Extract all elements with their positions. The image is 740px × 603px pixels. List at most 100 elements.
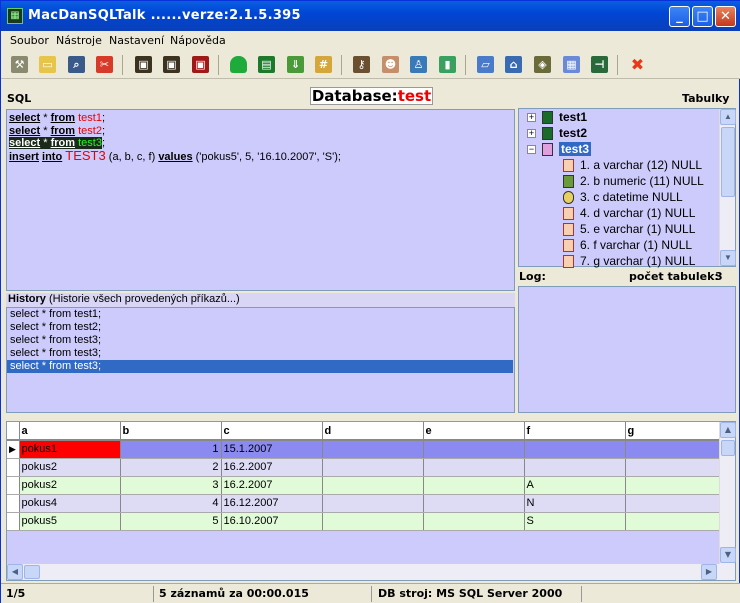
tree-column[interactable]: 5. e varchar (1) NULL	[563, 221, 695, 237]
tree-column[interactable]: 4. d varchar (1) NULL	[563, 205, 695, 221]
tree-scrollbar[interactable]: ▲ ▼	[719, 109, 736, 266]
scroll-right-button[interactable]: ▶	[701, 564, 717, 580]
cell[interactable]	[423, 494, 525, 513]
close-button[interactable]: ✕	[715, 6, 736, 27]
exit-icon[interactable]: ✖	[629, 56, 646, 73]
cell[interactable]: 5	[120, 512, 222, 531]
column-header[interactable]: c	[221, 422, 323, 441]
cell[interactable]	[625, 494, 721, 513]
cell[interactable]: pokus2	[19, 476, 121, 495]
cell[interactable]	[625, 512, 721, 531]
history-item[interactable]: select * from test2;	[7, 321, 513, 334]
user-key-icon[interactable]: ⚷	[353, 56, 370, 73]
title-bar[interactable]: ▦ MacDanSQLTalk ......verze:2.1.5.395 _ …	[1, 1, 740, 31]
cell[interactable]	[423, 512, 525, 531]
cell[interactable]: pokus1	[19, 440, 121, 459]
cell[interactable]: pokus4	[19, 494, 121, 513]
scroll-thumb[interactable]	[721, 440, 735, 456]
cell[interactable]	[322, 476, 424, 495]
cell[interactable]	[423, 476, 525, 495]
cell[interactable]: N	[524, 494, 626, 513]
scroll-up-button[interactable]: ▲	[720, 422, 736, 438]
cell[interactable]	[322, 440, 424, 459]
binoculars-icon[interactable]: ⌕	[68, 56, 85, 73]
cell[interactable]: pokus2	[19, 458, 121, 477]
cell[interactable]: pokus5	[19, 512, 121, 531]
cell[interactable]: 3	[120, 476, 222, 495]
export-icon[interactable]: ⇓	[287, 56, 304, 73]
expand-icon[interactable]: +	[527, 113, 536, 123]
history-item[interactable]: select * from test1;	[7, 308, 513, 321]
cell[interactable]	[625, 440, 721, 459]
column-header[interactable]: b	[120, 422, 222, 441]
cell[interactable]: 15.1.2007	[221, 440, 323, 459]
menu-soubor[interactable]: Soubor	[10, 34, 49, 47]
menu-napoveda[interactable]: Nápověda	[170, 34, 226, 47]
column-header[interactable]: d	[322, 422, 424, 441]
table-row-selected[interactable]: ▶ pokus1 1 15.1.2007	[7, 440, 721, 459]
column-header[interactable]: e	[423, 422, 525, 441]
database-icon[interactable]	[230, 56, 247, 73]
grid-horizontal-scrollbar[interactable]: ◀ ▶	[7, 564, 735, 580]
tree-column[interactable]: 6. f varchar (1) NULL	[563, 237, 692, 253]
cell[interactable]: A	[524, 476, 626, 495]
tree-column[interactable]: 1. a varchar (12) NULL	[563, 157, 702, 173]
column-header[interactable]: f	[524, 422, 626, 441]
expand-icon[interactable]: +	[527, 129, 536, 139]
film-stop-icon[interactable]: ▣	[192, 56, 209, 73]
tree-column[interactable]: 2. b numeric (11) NULL	[563, 173, 704, 189]
history-item-selected[interactable]: select * from test3;	[7, 360, 513, 373]
collapse-icon[interactable]: −	[527, 145, 536, 155]
cell[interactable]: 16.10.2007	[221, 512, 323, 531]
grid-icon[interactable]: #	[315, 56, 332, 73]
connect-icon[interactable]: ⚒	[11, 56, 28, 73]
tree-column[interactable]: 3. c datetime NULL	[563, 189, 683, 205]
scroll-up-button[interactable]: ▲	[720, 109, 736, 125]
scroll-down-button[interactable]: ▼	[720, 547, 736, 563]
film-icon[interactable]: ▣	[135, 56, 152, 73]
cell[interactable]	[423, 458, 525, 477]
cell[interactable]: 2	[120, 458, 222, 477]
table-row[interactable]: pokus5 5 16.10.2007 S	[7, 512, 721, 531]
book-icon[interactable]: ▮	[439, 56, 456, 73]
grid-vertical-scrollbar[interactable]: ▲ ▼	[719, 422, 736, 564]
users-icon[interactable]: ☻	[382, 56, 399, 73]
tree-column[interactable]: 7. g varchar (1) NULL	[563, 253, 695, 269]
tables-tree[interactable]: + test1 + test2 − test3 1. a varchar (12) N…	[518, 108, 736, 269]
database-table-icon[interactable]: ▤	[258, 56, 275, 73]
building-icon[interactable]: ⌂	[505, 56, 522, 73]
film-run-icon[interactable]: ▣	[163, 56, 180, 73]
cell[interactable]	[524, 458, 626, 477]
cell[interactable]	[423, 440, 525, 459]
person-icon[interactable]: ♙	[410, 56, 427, 73]
table-row[interactable]: pokus2 3 16.2.2007 A	[7, 476, 721, 495]
calculator-icon[interactable]: ▦	[563, 56, 580, 73]
scroll-left-button[interactable]: ◀	[7, 564, 23, 580]
cell[interactable]: S	[524, 512, 626, 531]
column-header[interactable]: g	[625, 422, 721, 441]
menu-nastroje[interactable]: Nástroje	[56, 34, 102, 47]
scroll-down-button[interactable]: ▼	[720, 250, 736, 266]
cell[interactable]	[524, 440, 626, 459]
scroll-thumb[interactable]	[24, 565, 40, 579]
scroll-thumb[interactable]	[721, 127, 735, 197]
table-row[interactable]: pokus2 2 16.2.2007	[7, 458, 721, 477]
tree-node-test3[interactable]: − test3	[527, 141, 592, 157]
package-icon[interactable]: ◈	[534, 56, 551, 73]
pin-icon[interactable]: ⊣	[591, 56, 608, 73]
cell[interactable]: 1	[120, 440, 222, 459]
minimize-button[interactable]: _	[669, 6, 690, 27]
tree-node-test2[interactable]: + test2	[527, 125, 587, 141]
history-item[interactable]: select * from test3;	[7, 334, 513, 347]
disconnect-icon[interactable]: ✂	[96, 56, 113, 73]
cell[interactable]	[322, 494, 424, 513]
maximize-button[interactable]: □	[692, 6, 713, 27]
menu-nastaveni[interactable]: Nastavení	[109, 34, 164, 47]
open-folder-icon[interactable]: ▭	[39, 56, 56, 73]
cell[interactable]	[322, 458, 424, 477]
cell[interactable]	[322, 512, 424, 531]
tree-node-test1[interactable]: + test1	[527, 109, 587, 125]
cell[interactable]: 16.2.2007	[221, 458, 323, 477]
history-item[interactable]: select * from test3;	[7, 347, 513, 360]
cell[interactable]: 16.12.2007	[221, 494, 323, 513]
